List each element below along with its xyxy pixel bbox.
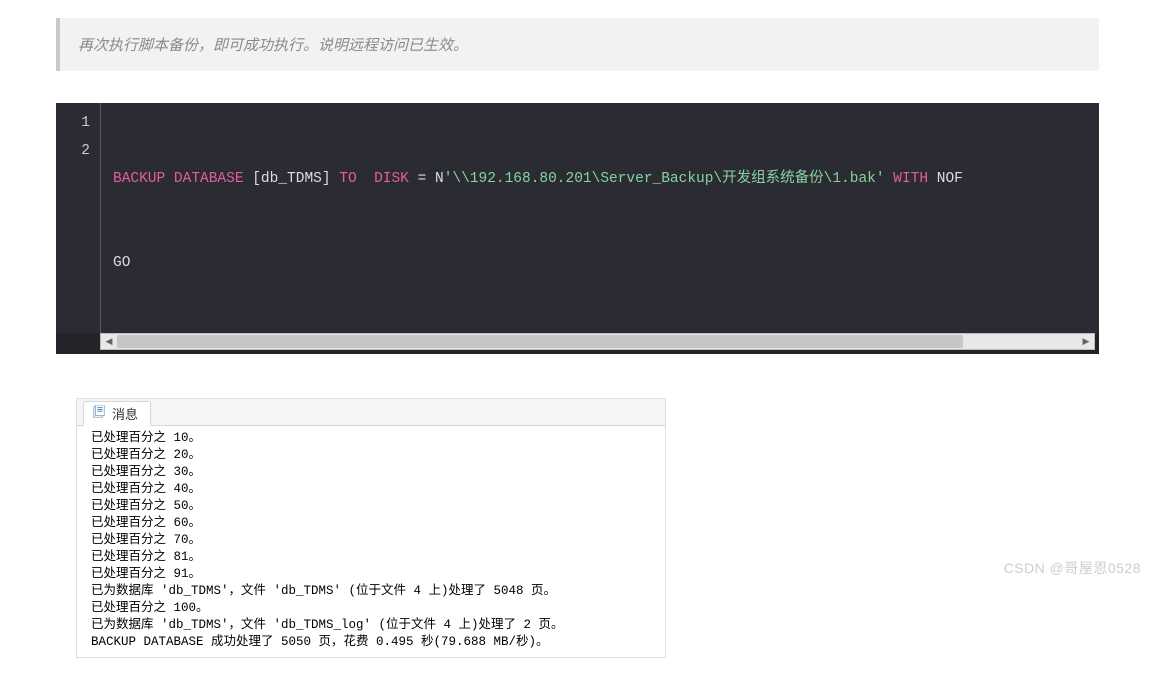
horizontal-scrollbar[interactable]: ◀ ▶	[100, 333, 1095, 350]
gutter-line: 2	[56, 137, 90, 165]
code-token: '\\192.168.80.201\Server_Backup\开发组系统备份\…	[444, 171, 885, 187]
scrollbar-track[interactable]	[117, 334, 1078, 349]
scrollbar-left-arrow[interactable]: ◀	[101, 334, 117, 349]
code-token	[357, 171, 374, 187]
scrollbar-right-arrow[interactable]: ▶	[1078, 334, 1094, 349]
messages-panel: 消息 已处理百分之 10。 已处理百分之 20。 已处理百分之 30。 已处理百…	[76, 398, 666, 658]
messages-tab-label: 消息	[112, 404, 138, 423]
messages-icon	[92, 405, 106, 422]
code-token: GO	[113, 255, 130, 271]
code-block: 1 2 BACKUP DATABASE [db_TDMS] TO DISK = …	[56, 103, 1099, 354]
gutter-line: 1	[56, 109, 90, 137]
code-token: = N	[409, 171, 444, 187]
code-token: [db_TDMS]	[244, 171, 340, 187]
code-token	[885, 171, 894, 187]
messages-body[interactable]: 已处理百分之 10。 已处理百分之 20。 已处理百分之 30。 已处理百分之 …	[77, 426, 665, 653]
code-line: BACKUP DATABASE [db_TDMS] TO DISK = N'\\…	[113, 165, 1099, 193]
code-scrollbar-wrap: ◀ ▶	[56, 333, 1099, 354]
code-token: TO	[339, 171, 356, 187]
code-token: BACKUP DATABASE	[113, 171, 244, 187]
code-area[interactable]: BACKUP DATABASE [db_TDMS] TO DISK = N'\\…	[100, 103, 1099, 333]
quote-block: 再次执行脚本备份，即可成功执行。说明远程访问已生效。	[56, 18, 1099, 71]
code-gutter: 1 2	[56, 103, 100, 333]
scrollbar-thumb[interactable]	[117, 335, 963, 348]
messages-tab[interactable]: 消息	[83, 401, 151, 426]
code-token: NOF	[928, 171, 963, 187]
quote-text: 再次执行脚本备份，即可成功执行。说明远程访问已生效。	[78, 37, 468, 54]
messages-tab-row: 消息	[77, 399, 665, 426]
code-line: GO	[113, 249, 1099, 277]
code-token: DISK	[374, 171, 409, 187]
code-token: WITH	[893, 171, 928, 187]
